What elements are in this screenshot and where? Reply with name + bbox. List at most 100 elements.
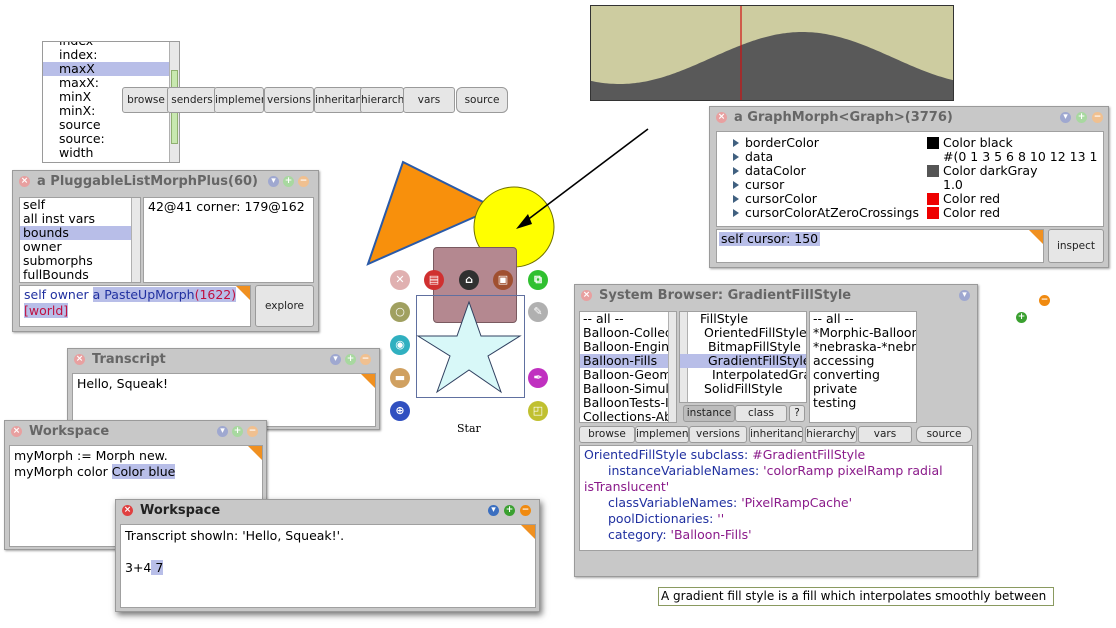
graph-inspector-titlebar[interactable]: × a GraphMorph<Graph>(3776) ▾ + − [710, 107, 1108, 127]
browse-button[interactable]: browse [579, 426, 635, 443]
collapse-handle-icon[interactable]: ○ [390, 302, 410, 322]
debug-handle-icon[interactable]: ✎ [528, 302, 548, 322]
collapse-icon[interactable]: − [1039, 295, 1050, 306]
expand-triangle-icon[interactable] [733, 139, 739, 147]
class-item[interactable]: OrientedFillStyle [680, 326, 806, 340]
inheritance-button[interactable]: inheritance [749, 426, 803, 443]
expand-icon[interactable]: + [232, 426, 243, 437]
protocol-item[interactable]: private [810, 382, 916, 396]
graph-code-text[interactable]: self cursor: 150 [719, 232, 821, 246]
field-name[interactable]: dataColor [745, 164, 806, 178]
help-button[interactable]: ? [789, 405, 805, 422]
protocol-item[interactable]: testing [810, 396, 916, 410]
category-item[interactable]: Balloon-Simula [580, 382, 671, 396]
system-browser-titlebar[interactable]: × System Browser: GradientFillStyle ▾ [575, 285, 977, 305]
arrow-line [521, 128, 649, 225]
close-icon[interactable]: × [122, 505, 133, 516]
window-menu-icon[interactable]: ▾ [1060, 112, 1071, 123]
window-menu-icon[interactable]: ▾ [488, 505, 499, 516]
versions-button[interactable]: versions [689, 426, 747, 443]
class-item[interactable]: GradientFillStyle [680, 354, 806, 368]
close-icon[interactable]: × [11, 426, 22, 437]
protocol-item[interactable]: -- all -- [810, 312, 916, 326]
grab-handle-icon[interactable]: ⌂ [459, 270, 479, 290]
transcript-titlebar[interactable]: × Transcript ▾ + − [68, 349, 379, 369]
close-handle-icon[interactable]: ✕ [390, 270, 410, 290]
implementors-button[interactable]: implementors [635, 426, 689, 443]
drag-handle-icon[interactable]: ▣ [493, 270, 513, 290]
protocol-item[interactable]: *nebraska-*nebr [810, 340, 916, 354]
protocol-item[interactable]: converting [810, 368, 916, 382]
transcript-text-pane[interactable]: Hello, Squeak! [72, 373, 376, 427]
collapse-icon[interactable]: − [360, 354, 371, 365]
inspect-button[interactable]: inspect [1048, 229, 1104, 263]
expand-icon[interactable]: + [1076, 112, 1087, 123]
field-name[interactable]: cursorColor [745, 192, 817, 206]
class-item[interactable]: InterpolatedGra [680, 368, 806, 382]
system-browser-window[interactable]: × System Browser: GradientFillStyle ▾ --… [574, 284, 978, 577]
window-title: System Browser: GradientFillStyle [599, 288, 852, 303]
category-item[interactable]: Balloon-Engine [580, 340, 671, 354]
collapse-icon[interactable]: − [520, 505, 531, 516]
category-item[interactable]: Balloon-Geom [580, 368, 671, 382]
tile-handle-icon[interactable]: ▬ [390, 368, 410, 388]
class-button[interactable]: class [735, 405, 787, 422]
expand-triangle-icon[interactable] [733, 153, 739, 161]
category-item[interactable]: -- all -- [580, 312, 671, 326]
viewer-handle-icon[interactable]: ◉ [390, 335, 410, 355]
category-item[interactable]: Collections-Ab [580, 410, 671, 422]
class-item[interactable]: BitmapFillStyle [680, 340, 806, 354]
expand-triangle-icon[interactable] [733, 209, 739, 217]
close-icon[interactable]: × [74, 354, 85, 365]
class-item[interactable]: SolidFillStyle [680, 382, 806, 396]
category-scrollbar[interactable] [668, 312, 676, 422]
rotate-handle-icon[interactable]: ⊕ [390, 401, 410, 421]
vars-button[interactable]: vars [858, 426, 912, 443]
source-button[interactable]: source [916, 426, 972, 443]
protocol-item[interactable]: accessing [810, 354, 916, 368]
transcript-window[interactable]: × Transcript ▾ + − Hello, Squeak! [67, 348, 380, 430]
graph-inspector-window[interactable]: × a GraphMorph<Graph>(3776) ▾ + − border… [709, 106, 1109, 268]
graph-code-pane[interactable]: self cursor: 150 [716, 229, 1044, 263]
browser-code-pane[interactable]: OrientedFillStyle subclass: #GradientFil… [579, 445, 973, 551]
workspace-titlebar[interactable]: × Workspace ▾ + − [5, 421, 266, 441]
field-name[interactable]: data [745, 150, 773, 164]
window-menu-icon[interactable]: ▾ [330, 354, 341, 365]
window-menu-icon[interactable]: ▾ [217, 426, 228, 437]
workspace-window-front[interactable]: × Workspace ▾ + − Transcript showln: 'He… [115, 499, 540, 612]
expand-icon[interactable]: + [1016, 312, 1027, 323]
hierarchy-button[interactable]: hierarchy [805, 426, 857, 443]
duplicate-handle-icon[interactable]: ⧉ [528, 270, 548, 290]
field-name[interactable]: cursorColorAtZeroCrossings [745, 206, 919, 220]
collapse-icon[interactable]: − [247, 426, 258, 437]
expand-triangle-icon[interactable] [733, 195, 739, 203]
workspace-titlebar[interactable]: × Workspace ▾ + − [116, 500, 539, 520]
workspace-text-pane[interactable]: Transcript showln: 'Hello, Squeak!'. 3+4… [120, 524, 536, 608]
collapse-icon[interactable]: − [1092, 112, 1103, 123]
class-pane[interactable]: FillStyle OrientedFillStyle BitmapFillStyl… [679, 311, 807, 403]
expand-triangle-icon[interactable] [733, 181, 739, 189]
category-pane[interactable]: -- all -- Balloon-Collec Balloon-Engine Bal… [579, 311, 677, 423]
expand-icon[interactable]: + [345, 354, 356, 365]
category-item[interactable]: BalloonTests-I [580, 396, 671, 410]
class-item[interactable]: FillStyle [680, 312, 806, 326]
window-menu-icon[interactable]: ▾ [959, 290, 970, 301]
color-handle-icon[interactable]: ✒ [528, 368, 548, 388]
close-icon[interactable]: × [581, 290, 592, 301]
protocol-item[interactable]: *Morphic-Balloon [810, 326, 916, 340]
protocol-pane[interactable]: -- all -- *Morphic-Balloon *nebraska-*nebr… [809, 311, 917, 423]
expand-triangle-icon[interactable] [733, 167, 739, 175]
field-name[interactable]: cursor [745, 178, 784, 192]
category-item[interactable]: Balloon-Fills [580, 354, 671, 368]
star-morph[interactable] [415, 294, 525, 396]
instance-button[interactable]: instance [683, 405, 735, 422]
expand-icon[interactable]: + [504, 505, 515, 516]
menu-handle-icon[interactable]: ▤ [424, 270, 444, 290]
graph-fields-pane[interactable]: borderColor Color black data #(0 1 3 5 6 8 … [716, 131, 1104, 227]
workspace-line-3: 3+4 7 [125, 560, 164, 575]
field-name[interactable]: borderColor [745, 136, 819, 150]
resize-handle-icon[interactable]: ◰ [528, 401, 548, 421]
category-item[interactable]: Balloon-Collec [580, 326, 671, 340]
code-line-1: OrientedFillStyle subclass: #GradientFil… [584, 447, 866, 462]
close-icon[interactable]: × [716, 112, 727, 123]
